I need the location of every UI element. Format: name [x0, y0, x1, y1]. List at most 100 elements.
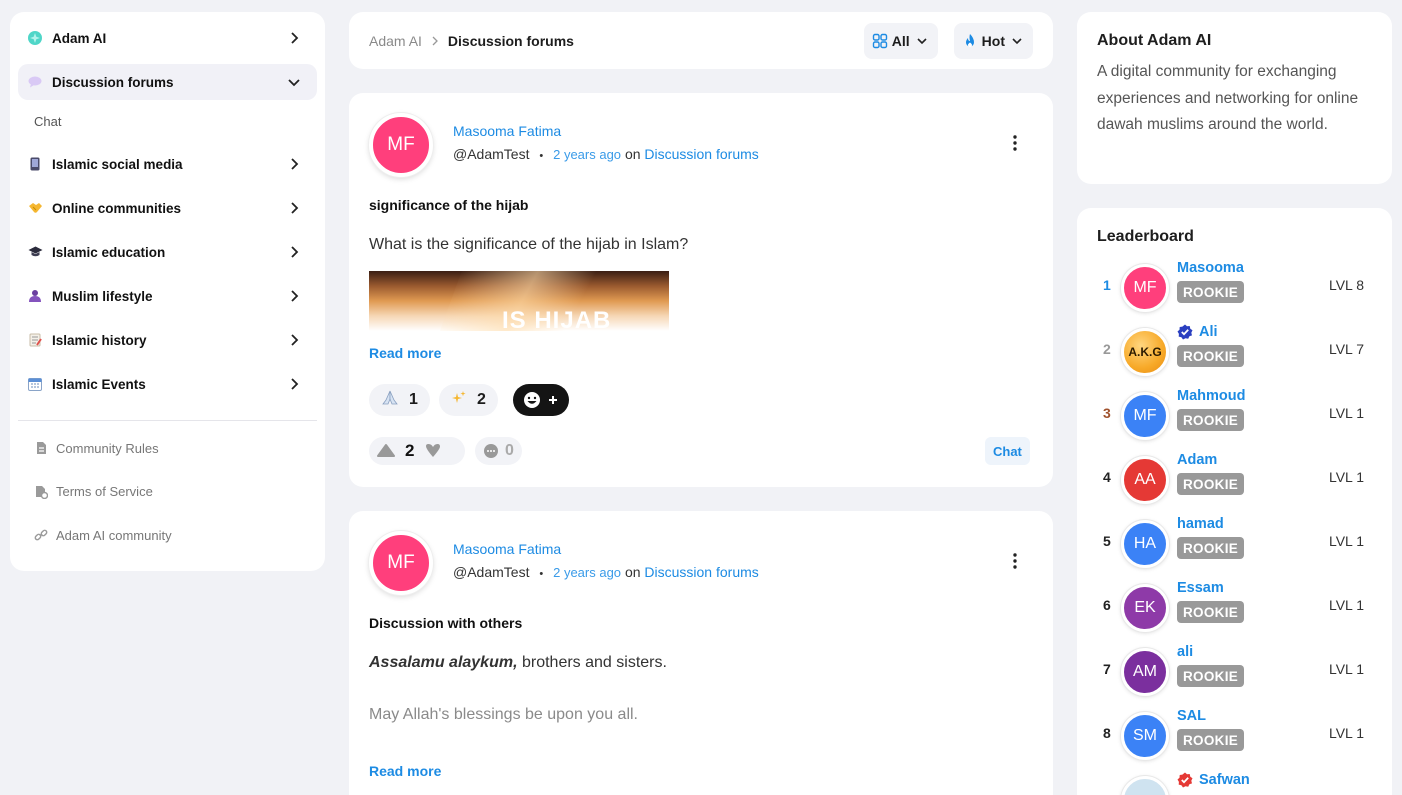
post-image[interactable]: IS HIJAB — [369, 271, 669, 331]
leaderboard-name[interactable]: Masooma — [1177, 260, 1244, 276]
sidebar-item-islamic-history[interactable]: Islamic history — [18, 322, 317, 358]
more-options-icon[interactable] — [1013, 135, 1017, 151]
calendar-icon — [26, 375, 44, 393]
post-handle: @AdamTest — [453, 146, 530, 162]
leaderboard-level: LVL 1 — [1328, 597, 1364, 613]
post-category[interactable]: Discussion forums — [644, 564, 758, 580]
top-bar: Adam AI Discussion forums All Hot — [349, 12, 1053, 69]
leaderboard-name[interactable]: Essam — [1177, 580, 1224, 596]
avatar[interactable] — [1121, 776, 1169, 795]
more-options-icon[interactable] — [1013, 553, 1017, 569]
leaderboard-level: LVL 7 — [1328, 341, 1364, 357]
leaderboard-row[interactable]: 7 AM ali ROOKIE LVL 1 — [1097, 644, 1372, 697]
post-handle: @AdamTest — [453, 564, 530, 580]
leaderboard-row[interactable]: 3 MF Mahmoud ROOKIE LVL 1 — [1097, 388, 1372, 441]
footer-link-community-rules[interactable]: Community Rules — [18, 435, 317, 461]
leaderboard-level: LVL 8 — [1328, 277, 1364, 293]
leaderboard-name-text: SAL — [1177, 708, 1206, 724]
rank-badge: ROOKIE — [1177, 281, 1245, 303]
leaderboard-name-text: Masooma — [1177, 260, 1244, 276]
post-time[interactable]: 2 years ago — [553, 565, 621, 580]
upvote-icon[interactable] — [377, 443, 395, 459]
footer-link-label: Community Rules — [56, 440, 159, 456]
avatar[interactable]: AM — [1121, 648, 1169, 696]
chevron-down-icon — [1012, 37, 1022, 44]
sidebar-item-label: Islamic social media — [52, 156, 183, 172]
filter-dropdown[interactable]: All — [863, 22, 938, 59]
handshake-icon — [26, 199, 44, 217]
leaderboard-rank: 6 — [1103, 597, 1111, 613]
leaderboard-name[interactable]: ali — [1177, 644, 1193, 660]
rank-badge: ROOKIE — [1177, 473, 1245, 495]
breadcrumb-current: Discussion forums — [447, 32, 574, 49]
avatar[interactable]: EK — [1121, 584, 1169, 632]
sidebar-item-discussion-forums[interactable]: Discussion forums — [18, 64, 317, 100]
sidebar-item-label: Adam AI — [52, 30, 107, 46]
link-icon — [34, 529, 48, 541]
avatar[interactable]: MF — [369, 113, 433, 177]
reaction-count: 2 — [477, 391, 486, 408]
chat-button[interactable]: Chat — [985, 437, 1030, 465]
post-image-text: IS HIJAB — [502, 307, 612, 331]
sidebar-item-islamic-social-media[interactable]: Islamic social media — [18, 146, 317, 182]
sidebar-item-islamic-education[interactable]: Islamic education — [18, 234, 317, 270]
sidebar-item-muslim-lifestyle[interactable]: Muslim lifestyle — [18, 278, 317, 314]
footer-link-terms-of-service[interactable]: Terms of Service — [18, 479, 317, 505]
comments-button[interactable]: 0 — [475, 437, 522, 465]
comment-icon — [484, 444, 498, 458]
chevron-right-icon — [291, 290, 299, 302]
avatar[interactable]: HA — [1121, 520, 1169, 568]
sidebar-item-islamic-events[interactable]: Islamic Events — [18, 366, 317, 402]
leaderboard-row[interactable]: 2 A.K.G Ali ROOKIE LVL 7 — [1097, 324, 1372, 377]
leaderboard-row[interactable]: Safwan — [1097, 772, 1372, 795]
leaderboard-name[interactable]: Ali — [1177, 324, 1218, 340]
leaderboard-name[interactable]: SAL — [1177, 708, 1206, 724]
add-reaction-button[interactable] — [513, 384, 569, 416]
reaction-sparkles[interactable]: 2 — [439, 384, 498, 416]
downvote-icon[interactable] — [424, 443, 442, 459]
leaderboard-name[interactable]: hamad — [1177, 516, 1224, 532]
avatar[interactable]: MF — [1121, 264, 1169, 312]
chevron-right-icon — [291, 32, 299, 44]
sidebar-item-online-communities[interactable]: Online communities — [18, 190, 317, 226]
post-meta: @AdamTest • 2 years ago on Discussion fo… — [453, 564, 759, 580]
leaderboard-name[interactable]: Adam — [1177, 452, 1217, 468]
reaction-praying-hands[interactable]: 1 — [369, 384, 430, 416]
filter-label: All — [891, 32, 910, 49]
vote-control: 2 — [369, 437, 465, 465]
leaderboard-name[interactable]: Mahmoud — [1177, 388, 1245, 404]
sort-dropdown[interactable]: Hot — [953, 22, 1033, 59]
avatar[interactable]: AA — [1121, 456, 1169, 504]
leaderboard-name-text: Ali — [1199, 324, 1218, 340]
leaderboard-row[interactable]: 1 MF Masooma ROOKIE LVL 8 — [1097, 260, 1372, 313]
read-more-link[interactable]: Read more — [369, 763, 441, 779]
post-author[interactable]: Masooma Fatima — [453, 123, 561, 139]
post-time[interactable]: 2 years ago — [553, 147, 621, 162]
leaderboard-name-text: Safwan — [1199, 772, 1250, 788]
post-title[interactable]: Discussion with others — [369, 615, 522, 631]
avatar[interactable]: MF — [369, 531, 433, 595]
post-body-faded: May Allah's blessings be upon you all. — [369, 706, 638, 723]
post-category[interactable]: Discussion forums — [644, 146, 758, 162]
avatar[interactable]: MF — [1121, 392, 1169, 440]
leaderboard-name-text: Essam — [1177, 580, 1224, 596]
post-greeting: Assalamu alaykum, — [369, 654, 518, 671]
sidebar: Adam AI Discussion forums Chat Islamic s… — [10, 12, 325, 571]
avatar[interactable]: A.K.G — [1121, 328, 1169, 376]
sparkles-icon — [451, 390, 467, 410]
post-author[interactable]: Masooma Fatima — [453, 541, 561, 557]
read-more-link[interactable]: Read more — [369, 345, 441, 361]
sidebar-item-adam-ai[interactable]: Adam AI — [18, 20, 317, 56]
leaderboard-row[interactable]: 5 HA hamad ROOKIE LVL 1 — [1097, 516, 1372, 569]
sidebar-item-label: Islamic history — [52, 332, 147, 348]
avatar[interactable]: SM — [1121, 712, 1169, 760]
leaderboard-row[interactable]: 6 EK Essam ROOKIE LVL 1 — [1097, 580, 1372, 633]
sidebar-subitem-chat[interactable]: Chat — [18, 108, 317, 134]
post-title[interactable]: significance of the hijab — [369, 197, 528, 213]
breadcrumb-root[interactable]: Adam AI — [369, 33, 422, 49]
leaderboard-row[interactable]: 8 SM SAL ROOKIE LVL 1 — [1097, 708, 1372, 761]
footer-link-adam-ai-community[interactable]: Adam AI community — [18, 522, 317, 548]
leaderboard-row[interactable]: 4 AA Adam ROOKIE LVL 1 — [1097, 452, 1372, 505]
leaderboard-name[interactable]: Safwan — [1177, 772, 1250, 788]
rank-badge: ROOKIE — [1177, 537, 1245, 559]
